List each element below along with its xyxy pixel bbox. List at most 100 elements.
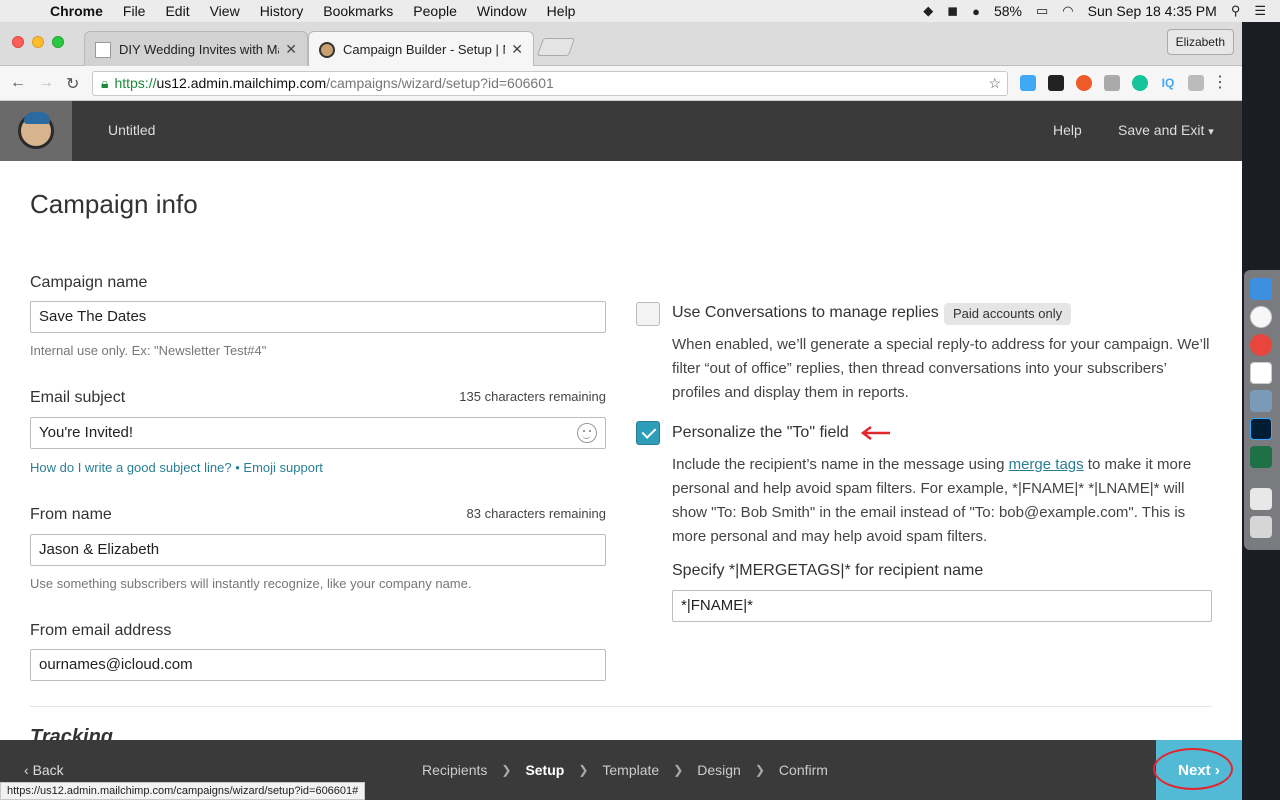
campaign-name-input[interactable]: Save The Dates — [30, 301, 606, 333]
menu-app-name[interactable]: Chrome — [50, 3, 103, 19]
notification-center-icon[interactable]: ☰ — [1254, 3, 1266, 19]
from-name-input[interactable]: Jason & Elizabeth — [30, 534, 606, 566]
grammarly-icon[interactable] — [1132, 75, 1148, 91]
close-tab-icon[interactable]: ✕ — [285, 41, 297, 58]
save-and-exit-menu[interactable]: Save and Exit ▾ — [1118, 122, 1214, 138]
address-bar[interactable]: 🔒︎ https://us12.admin.mailchimp.com/campa… — [92, 71, 1008, 96]
extension-icon[interactable] — [1020, 75, 1036, 91]
menu-help[interactable]: Help — [547, 3, 576, 19]
url-path: /campaigns/wizard/setup?id=606601 — [326, 75, 554, 91]
reload-icon[interactable]: ↻ — [66, 74, 79, 94]
back-button[interactable]: ‹ Back — [24, 762, 64, 778]
tab-campaign-builder[interactable]: Campaign Builder - Setup | Ma ✕ — [308, 31, 534, 67]
menu-history[interactable]: History — [260, 3, 304, 19]
battery-percent: 58% — [993, 3, 1022, 19]
email-subject-input[interactable]: You're Invited! — [30, 417, 606, 449]
zoom-window-button[interactable] — [52, 36, 64, 48]
music-folder-icon[interactable] — [1250, 488, 1272, 510]
chevron-right-icon: ❯ — [673, 763, 684, 777]
menu-view[interactable]: View — [210, 3, 240, 19]
skype-icon[interactable]: ◼ — [947, 3, 958, 19]
chevron-right-icon: ❯ — [754, 763, 765, 777]
emoji-support-link[interactable]: Emoji support — [243, 460, 322, 475]
personalize-desc-start: Include the recipient’s name in the mess… — [672, 456, 1009, 473]
new-tab-button[interactable] — [536, 38, 576, 56]
app-header: Untitled Help Save and Exit ▾ — [0, 101, 1242, 161]
spotlight-search-icon[interactable]: ⚲ — [1231, 3, 1241, 19]
from-name-label: From name — [30, 506, 112, 523]
tab-diy-wedding-invites[interactable]: DIY Wedding Invites with Mailc ✕ — [84, 31, 308, 67]
profile-button[interactable]: Elizabeth — [1166, 29, 1234, 55]
chevron-down-icon: ▾ — [1208, 126, 1214, 138]
close-window-button[interactable] — [12, 36, 24, 48]
merge-tag-label: Specify *|MERGETAGS|* for recipient name — [672, 562, 984, 579]
dropbox-icon[interactable]: ◆ — [923, 3, 933, 19]
from-name-char-count: 83 characters remaining — [466, 506, 606, 521]
menu-bookmarks[interactable]: Bookmarks — [323, 3, 393, 19]
chevron-left-icon: ‹ — [24, 762, 29, 778]
itunes-icon[interactable] — [1250, 306, 1272, 328]
extension-icon[interactable] — [1188, 75, 1204, 91]
preview-icon[interactable] — [1250, 390, 1272, 412]
finder-icon[interactable] — [1250, 278, 1272, 300]
paid-accounts-badge: Paid accounts only — [944, 303, 1072, 325]
subject-help-links: How do I write a good subject line? • Em… — [30, 460, 323, 475]
step-recipients[interactable]: Recipients — [422, 762, 487, 778]
macos-menubar: Chrome File Edit View History Bookmarks … — [0, 0, 1280, 22]
clock[interactable]: Sun Sep 18 4:35 PM — [1088, 3, 1217, 19]
menu-window[interactable]: Window — [477, 3, 527, 19]
personalize-to-checkbox[interactable] — [636, 421, 660, 445]
page-favicon-icon — [95, 41, 111, 58]
menu-edit[interactable]: Edit — [165, 3, 189, 19]
trash-icon[interactable] — [1250, 516, 1272, 538]
step-template[interactable]: Template — [602, 762, 659, 778]
battery-icon[interactable]: ▭ — [1036, 3, 1048, 19]
from-email-input[interactable]: ournames@icloud.com — [30, 649, 606, 681]
forward-arrow-icon[interactable]: → — [38, 74, 54, 92]
step-design[interactable]: Design — [697, 762, 741, 778]
tab-title: DIY Wedding Invites with Mailc — [119, 42, 280, 57]
chevron-right-icon: ❯ — [578, 763, 589, 777]
help-link[interactable]: Help — [1053, 122, 1082, 138]
chrome-icon[interactable] — [1250, 334, 1272, 356]
emoji-picker-icon[interactable] — [577, 423, 597, 443]
minimize-window-button[interactable] — [32, 36, 44, 48]
personalize-to-title: Personalize the "To" field — [672, 424, 849, 441]
close-tab-icon[interactable]: ✕ — [511, 41, 523, 58]
dock — [1244, 270, 1280, 550]
chrome-menu-icon[interactable]: ⋮ — [1212, 72, 1228, 92]
conversations-description: When enabled, we’ll generate a special r… — [672, 336, 1210, 401]
wizard-steps: Recipients ❯ Setup ❯ Template ❯ Design ❯… — [422, 762, 828, 778]
conversations-checkbox[interactable] — [636, 302, 660, 326]
photoshop-icon[interactable] — [1250, 418, 1272, 440]
evernote-icon[interactable]: ● — [972, 4, 980, 19]
wifi-icon[interactable]: ◠ — [1062, 3, 1073, 19]
menu-people[interactable]: People — [413, 3, 457, 19]
back-arrow-icon[interactable]: ← — [10, 74, 26, 92]
iq-extension-icon[interactable]: IQ — [1160, 75, 1176, 91]
bookmark-star-icon[interactable]: ☆ — [988, 72, 1001, 95]
step-confirm[interactable]: Confirm — [779, 762, 828, 778]
merge-tag-input[interactable]: *|FNAME|* — [672, 590, 1212, 622]
extension-icon[interactable] — [1104, 75, 1120, 91]
url-scheme: https:// — [114, 75, 157, 91]
menu-file[interactable]: File — [123, 3, 146, 19]
mailchimp-logo[interactable] — [0, 101, 72, 161]
section-divider — [30, 706, 1212, 707]
subject-line-help-link[interactable]: How do I write a good subject line? — [30, 460, 232, 475]
merge-tags-link[interactable]: merge tags — [1009, 456, 1084, 473]
extension-owl-icon[interactable] — [1048, 75, 1064, 91]
email-subject-label: Email subject — [30, 389, 126, 406]
extension-fire-icon[interactable] — [1076, 75, 1092, 91]
from-email-label: From email address — [30, 622, 172, 639]
campaign-title[interactable]: Untitled — [108, 122, 155, 138]
annotation-arrow-icon — [860, 426, 890, 440]
url-host: us12.admin.mailchimp.com — [156, 75, 327, 91]
lock-icon: 🔒︎ — [101, 75, 109, 91]
back-label: Back — [32, 762, 64, 778]
calendar-icon[interactable] — [1250, 362, 1272, 384]
step-setup[interactable]: Setup — [525, 762, 564, 778]
excel-icon[interactable] — [1250, 446, 1272, 468]
conversations-option-title: Use Conversations to manage replies — [672, 304, 939, 321]
save-and-exit-label: Save and Exit — [1118, 122, 1205, 138]
